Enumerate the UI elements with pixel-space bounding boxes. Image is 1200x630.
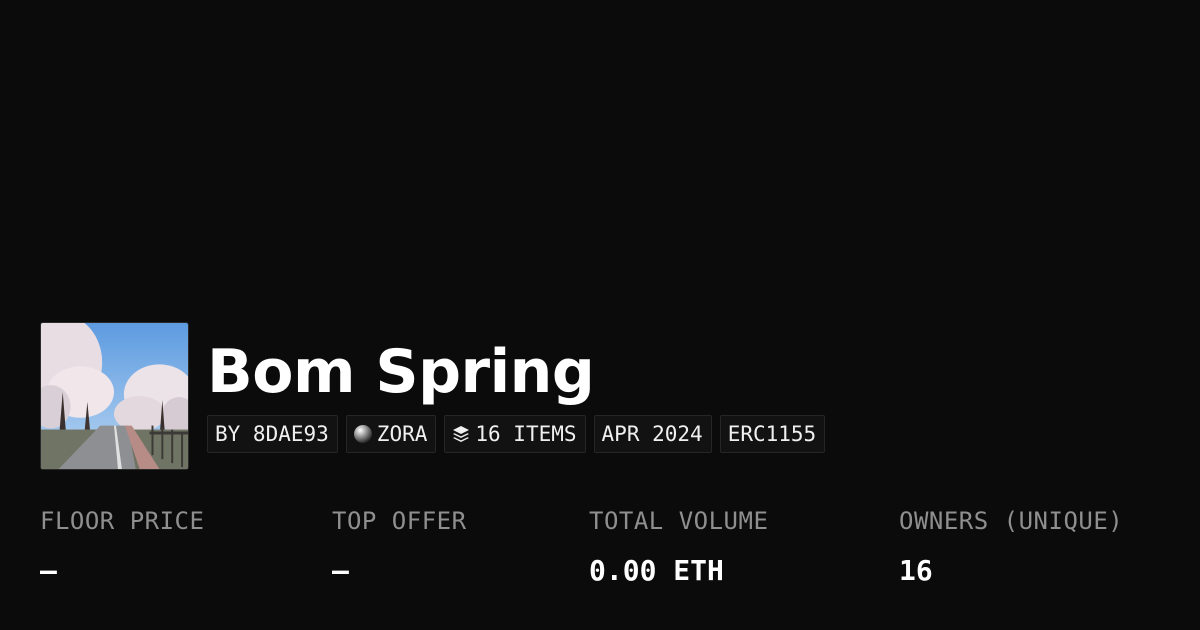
creator-tag[interactable]: BY 8DAE93 [207, 415, 338, 453]
layers-icon [451, 424, 471, 444]
chain-tag[interactable]: ZORA [345, 415, 437, 453]
zora-orb-icon [353, 424, 373, 444]
owners-value: 16 [899, 554, 933, 587]
top-offer-label: TOP OFFER [332, 507, 467, 535]
total-volume-stat: TOTAL VOLUME 0.00 ETH [589, 504, 768, 590]
owners-stat: OWNERS (UNIQUE) 16 [899, 504, 1123, 590]
standard-tag-label: ERC1155 [727, 422, 817, 446]
floor-price-label: FLOOR PRICE [40, 507, 205, 535]
standard-tag: ERC1155 [719, 415, 826, 453]
total-volume-label: TOTAL VOLUME [589, 507, 769, 535]
owners-label: OWNERS (UNIQUE) [899, 507, 1124, 535]
top-offer-stat: TOP OFFER – [332, 504, 467, 590]
floor-price-value: – [40, 554, 57, 587]
collection-tags: BY 8DAE93 ZORA 16 ITEMS APR 2024 ERC1155 [207, 415, 826, 453]
collection-title: Bom Spring [207, 337, 595, 407]
total-volume-value: 0.00 ETH [589, 554, 724, 587]
date-tag: APR 2024 [593, 415, 712, 453]
collection-thumbnail [40, 322, 189, 470]
top-offer-value: – [332, 554, 349, 587]
floor-price-stat: FLOOR PRICE – [40, 504, 204, 590]
creator-tag-label: BY 8DAE93 [215, 422, 329, 446]
items-tag[interactable]: 16 ITEMS [444, 415, 586, 453]
items-tag-label: 16 ITEMS [475, 422, 577, 446]
chain-tag-label: ZORA [376, 422, 428, 446]
date-tag-label: APR 2024 [601, 422, 703, 446]
